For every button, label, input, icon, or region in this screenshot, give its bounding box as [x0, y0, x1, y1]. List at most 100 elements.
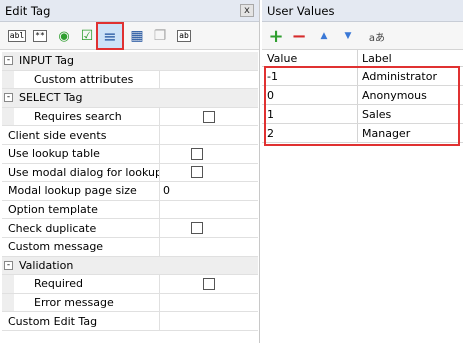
cell-label[interactable]: Sales	[358, 105, 463, 123]
cell-value[interactable]: -1	[262, 67, 358, 85]
property-row-error-message[interactable]: Error message	[2, 293, 258, 313]
label-icon: ab	[177, 30, 191, 42]
add-icon: +	[268, 25, 284, 47]
property-row-requires-search[interactable]: Requires search	[2, 107, 258, 127]
row-gutter	[2, 107, 14, 126]
clipboard-icon: ❐	[153, 28, 167, 44]
edit-tag-header: Edit Tag x	[0, 0, 259, 22]
table-header: Value Label	[262, 50, 463, 67]
table-row[interactable]: 0 Anonymous	[262, 86, 463, 105]
property-value	[160, 275, 258, 293]
property-name: Use modal dialog for lookup	[2, 163, 160, 182]
property-value[interactable]	[160, 71, 258, 89]
table-icon: ▦	[130, 28, 144, 44]
radio-button-icon: ◉	[58, 28, 70, 44]
move-down-button[interactable]: ▼	[340, 28, 356, 44]
user-values-toolbar: + − ▲ ▼ aあ	[262, 22, 463, 50]
label-button[interactable]: ab	[175, 27, 193, 45]
property-name: Requires search	[14, 107, 160, 126]
property-name: Required	[14, 275, 160, 293]
checkbox-icon: ☑	[80, 28, 94, 44]
category-label: SELECT Tag	[19, 91, 83, 105]
close-icon: x	[244, 4, 250, 16]
table-row[interactable]: 2 Manager	[262, 124, 463, 143]
property-row-client-side-events[interactable]: Client side events	[2, 126, 258, 145]
remove-button[interactable]: −	[291, 25, 307, 47]
requires-search-checkbox[interactable]	[203, 110, 215, 123]
property-row-custom-attributes[interactable]: Custom attributes	[2, 70, 258, 90]
cell-value[interactable]: 2	[262, 124, 358, 142]
move-up-button[interactable]: ▲	[316, 28, 332, 44]
collapse-icon[interactable]: -	[4, 260, 13, 270]
clipboard-button[interactable]: ❐	[151, 27, 169, 45]
property-row-required[interactable]: Required	[2, 275, 258, 294]
translate-button[interactable]: aあ	[366, 28, 388, 44]
category-select-tag[interactable]: - SELECT Tag	[2, 89, 258, 108]
property-value[interactable]	[160, 238, 258, 256]
edit-tag-toolbar: abl ** ◉ ☑ ≡ ▦ ❐ ab	[0, 22, 259, 50]
property-name: Option template	[2, 200, 160, 219]
cell-value[interactable]: 1	[262, 105, 358, 123]
property-row-use-lookup-table[interactable]: Use lookup table	[2, 144, 258, 164]
category-label: INPUT Tag	[19, 54, 74, 68]
checkbox-tool[interactable]: ☑	[78, 27, 96, 45]
property-value[interactable]	[160, 126, 258, 144]
category-label: Validation	[19, 258, 74, 272]
cell-label[interactable]: Manager	[358, 124, 463, 142]
property-row-custom-edit-tag[interactable]: Custom Edit Tag	[2, 312, 258, 331]
property-name: Custom message	[2, 237, 160, 256]
property-name: Use lookup table	[2, 144, 160, 163]
property-value[interactable]: 0	[160, 182, 258, 200]
password-field-icon: **	[33, 30, 47, 42]
user-values-title: User Values	[267, 3, 335, 18]
check-duplicate-checkbox[interactable]	[191, 222, 203, 235]
property-name: Client side events	[2, 126, 160, 144]
use-modal-dialog-checkbox[interactable]	[191, 166, 203, 179]
add-button[interactable]: +	[268, 25, 284, 47]
table-button[interactable]: ▦	[128, 27, 146, 45]
category-validation[interactable]: - Validation	[2, 256, 258, 276]
close-button[interactable]: x	[240, 4, 254, 17]
property-row-modal-lookup-page-size[interactable]: Modal lookup page size 0	[2, 182, 258, 201]
property-name: Check duplicate	[2, 219, 160, 237]
password-field-button[interactable]: **	[31, 27, 49, 45]
user-values-table: Value Label -1 Administrator 0 Anonymous…	[262, 50, 463, 146]
property-value[interactable]	[160, 201, 258, 219]
select-tag-icon: ≡	[103, 26, 117, 46]
property-grid: - INPUT Tag Custom attributes - SELECT T…	[2, 52, 258, 331]
use-lookup-table-checkbox[interactable]	[191, 147, 203, 160]
property-name: Error message	[14, 293, 160, 312]
property-row-option-template[interactable]: Option template	[2, 200, 258, 220]
category-input-tag[interactable]: - INPUT Tag	[2, 52, 258, 71]
text-field-button[interactable]: abl	[7, 27, 27, 45]
required-checkbox[interactable]	[203, 277, 215, 290]
property-name: Custom attributes	[14, 70, 160, 89]
property-row-use-modal-dialog[interactable]: Use modal dialog for lookup	[2, 163, 258, 183]
collapse-icon[interactable]: -	[4, 56, 13, 66]
property-row-check-duplicate[interactable]: Check duplicate	[2, 219, 258, 238]
user-values-panel: User Values + − ▲ ▼ aあ Value Label -1 Ad…	[262, 0, 463, 343]
property-value	[160, 145, 258, 163]
property-value	[160, 164, 258, 182]
text-field-icon: abl	[7, 30, 27, 42]
column-header-value[interactable]: Value	[262, 50, 358, 66]
property-value[interactable]	[160, 312, 258, 330]
cell-label[interactable]: Administrator	[358, 67, 463, 85]
property-value[interactable]	[160, 294, 258, 312]
edit-tag-title: Edit Tag	[5, 3, 51, 18]
user-values-header: User Values	[262, 0, 463, 22]
collapse-icon[interactable]: -	[4, 93, 13, 103]
table-row[interactable]: 1 Sales	[262, 105, 463, 124]
cell-label[interactable]: Anonymous	[358, 86, 463, 104]
property-value	[160, 219, 258, 237]
row-gutter	[2, 70, 14, 89]
column-header-label[interactable]: Label	[358, 50, 463, 66]
row-gutter	[2, 293, 14, 312]
radio-button-tool[interactable]: ◉	[55, 27, 73, 45]
cell-value[interactable]: 0	[262, 86, 358, 104]
row-gutter	[2, 275, 14, 293]
table-row[interactable]: -1 Administrator	[262, 67, 463, 86]
remove-icon: −	[291, 25, 307, 47]
property-row-custom-message[interactable]: Custom message	[2, 237, 258, 257]
select-tag-button[interactable]: ≡	[96, 22, 124, 50]
